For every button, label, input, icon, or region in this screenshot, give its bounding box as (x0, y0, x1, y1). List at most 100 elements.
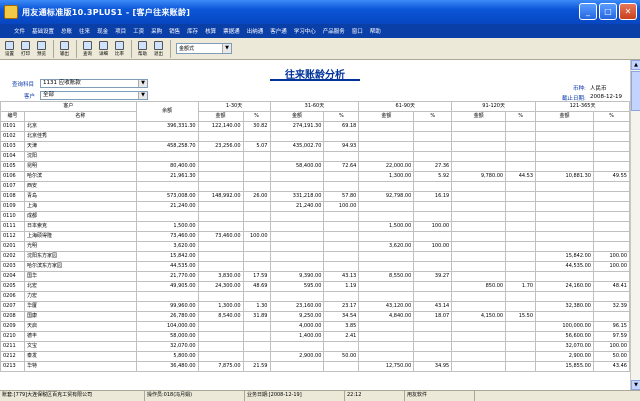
chevron-down-icon[interactable]: ▼ (138, 92, 147, 99)
table-row[interactable]: 0211 文宝 32,070.00 32,070.00 100.00 (0, 341, 630, 352)
menu-item[interactable]: 往来 (79, 27, 90, 35)
cell-pct (413, 251, 453, 262)
cell-pct: 48.41 (592, 281, 630, 292)
table-row[interactable]: 0206 力宏 (0, 291, 630, 302)
chevron-down-icon[interactable]: ▼ (138, 80, 147, 87)
menu-item[interactable]: 核算 (205, 27, 216, 35)
cell-amount (197, 241, 244, 252)
toolbar-button[interactable]: 输出 (57, 39, 72, 59)
table-row[interactable]: 0111 日本索克 1,500.00 1,500.00 100.00 (0, 221, 630, 232)
table-row[interactable]: 0212 泰发 5,800.00 2,900.00 50.00 2,900.00 50.00 (0, 351, 630, 362)
table-row[interactable]: 0208 国康 26,780.00 8,540.00 31.89 9,250.00 34.5… (0, 311, 630, 322)
table-row[interactable]: 0201 光明 3,620.00 3,620.00 100.00 (0, 241, 630, 252)
menu-item[interactable]: 工资 (133, 27, 144, 35)
cell-pct (242, 321, 271, 332)
menu-item[interactable]: 窗口 (352, 27, 363, 35)
table-row[interactable]: 0112 上海硕得隆 73,460.00 73,460.00 100.00 (0, 231, 630, 242)
cell-amount (451, 211, 507, 222)
maximize-button[interactable]: □ (599, 3, 617, 20)
cell-name: 北京佳秀 (23, 131, 137, 142)
cell-amount (197, 211, 244, 222)
table-row[interactable]: 0210 德丰 58,000.00 1,400.00 2.41 56,600.00 97.5… (0, 331, 630, 342)
table-row[interactable]: 0213 华特 36,480.00 7,875.00 21.59 12,750.00 34.… (0, 361, 630, 372)
toolbar-button[interactable]: 预览 (34, 39, 49, 59)
toolbar-button[interactable]: 打印 (18, 39, 33, 59)
cell-amount: 23,160.00 (269, 301, 325, 312)
format-select[interactable]: 金额式 ▼ (176, 43, 232, 54)
menu-item[interactable]: 总账 (61, 27, 72, 35)
title-bar: 用友通标准版10.3PLUS1 - [客户往来账龄] _ □ ✕ (0, 0, 640, 24)
cell-amount: 9,780.00 (451, 171, 507, 182)
table-row[interactable]: 0202 沈阳东方家园 15,842.00 15,842.00 100.00 (0, 251, 630, 262)
toolbar-button[interactable]: 帮助 (135, 39, 150, 59)
close-button[interactable]: ✕ (619, 3, 637, 20)
vertical-scrollbar[interactable]: ▲ ▼ (630, 60, 640, 390)
cell-amount: 56,600.00 (535, 331, 594, 342)
table-row[interactable]: 0103 天津 458,258.70 23,256.00 5.07 435,002.70 9… (0, 141, 630, 152)
cell-pct: 43.46 (592, 361, 630, 372)
scroll-up-icon[interactable]: ▲ (631, 60, 640, 70)
customer-select[interactable]: 全部 ▼ (40, 91, 148, 100)
cell-pct: 50.00 (323, 351, 360, 362)
menu-item[interactable]: 基础设置 (32, 27, 54, 35)
menu-item[interactable]: 采购 (151, 27, 162, 35)
cell-pct: 100.00 (413, 221, 453, 232)
cell-balance (135, 131, 199, 142)
menu-item[interactable]: 产品服务 (323, 27, 345, 35)
menu-item[interactable]: 库存 (187, 27, 198, 35)
table-row[interactable]: 0101 北京 396,331.30 122,140.00 30.82 274,191.3… (0, 121, 630, 132)
menu-item[interactable]: 文件 (14, 27, 25, 35)
cell-pct (242, 221, 271, 232)
cell-pct (505, 121, 537, 132)
cell-amount (451, 181, 507, 192)
menu-item[interactable]: 出纳通 (247, 27, 264, 35)
cell-pct (592, 181, 630, 192)
cell-code: 0103 (0, 141, 25, 152)
cell-amount (535, 121, 594, 132)
menu-item[interactable]: 客户通 (270, 27, 287, 35)
header-period: 121-365天 (535, 101, 630, 112)
table-row[interactable]: 0204 国华 21,770.00 3,830.00 17.59 9,390.00 43.1… (0, 271, 630, 282)
table-row[interactable]: 0108 青岛 573,008.00 148,992.00 26.00 331,218.0… (0, 191, 630, 202)
table-row[interactable]: 0209 天启 104,000.00 4,000.00 3.85 100,000.00 96… (0, 321, 630, 332)
table-row[interactable]: 0104 沈阳 (0, 151, 630, 162)
toolbar-button[interactable]: 比率 (112, 39, 127, 59)
menu-item[interactable]: 现金 (97, 27, 108, 35)
cell-amount (451, 151, 507, 162)
table-row[interactable]: 0102 北京佳秀 (0, 131, 630, 142)
cell-name: 北宏 (23, 281, 137, 292)
table-row[interactable]: 0107 西安 (0, 181, 630, 192)
cell-amount (197, 341, 244, 352)
menu-item[interactable]: 项目 (115, 27, 126, 35)
cell-amount (451, 271, 507, 282)
cell-pct (323, 171, 360, 182)
menu-item[interactable]: 销售 (169, 27, 180, 35)
toolbar-button[interactable]: 退出 (151, 39, 166, 59)
cell-pct (323, 261, 360, 272)
menu-item[interactable]: 学习中心 (294, 27, 316, 35)
chevron-down-icon[interactable]: ▼ (222, 44, 231, 53)
table-row[interactable]: 0207 华厦 99,960.00 1,300.00 1.30 23,160.00 23.1… (0, 301, 630, 312)
table-row[interactable]: 0106 哈尔滨 21,961.30 1,300.00 5.92 9,780.00 44.5… (0, 171, 630, 182)
cell-pct: 21.59 (242, 361, 271, 372)
toolbar-icon (21, 40, 30, 50)
table-row[interactable]: 0205 北宏 49,905.00 24,300.00 48.69 595.00 1.19 8… (0, 281, 630, 292)
table-row[interactable]: 0105 昆明 80,400.00 58,400.00 72.64 22,000.00 27… (0, 161, 630, 172)
cell-amount: 24,300.00 (197, 281, 244, 292)
header-period: 31-60天 (269, 101, 360, 112)
table-row[interactable]: 0109 上海 21,240.00 21,240.00 100.00 (0, 201, 630, 212)
menu-item[interactable]: 帮助 (370, 27, 381, 35)
minimize-button[interactable]: _ (579, 3, 597, 20)
scroll-down-icon[interactable]: ▼ (631, 380, 640, 390)
toolbar-button[interactable]: 设置 (2, 39, 17, 59)
cell-pct (592, 201, 630, 212)
cell-amount (358, 121, 415, 132)
scroll-thumb[interactable] (631, 71, 640, 111)
menu-item[interactable]: 票据通 (223, 27, 240, 35)
toolbar-button[interactable]: 详细 (96, 39, 111, 59)
table-row[interactable]: 0110 成都 (0, 211, 630, 222)
table-row[interactable]: 0203 哈尔滨东方家园 44,535.00 44,535.00 100.00 (0, 261, 630, 272)
toolbar-button[interactable]: 查询 (80, 39, 95, 59)
cell-code: 0211 (0, 341, 25, 352)
subject-select[interactable]: 1131 应收账款 ▼ (40, 79, 148, 88)
